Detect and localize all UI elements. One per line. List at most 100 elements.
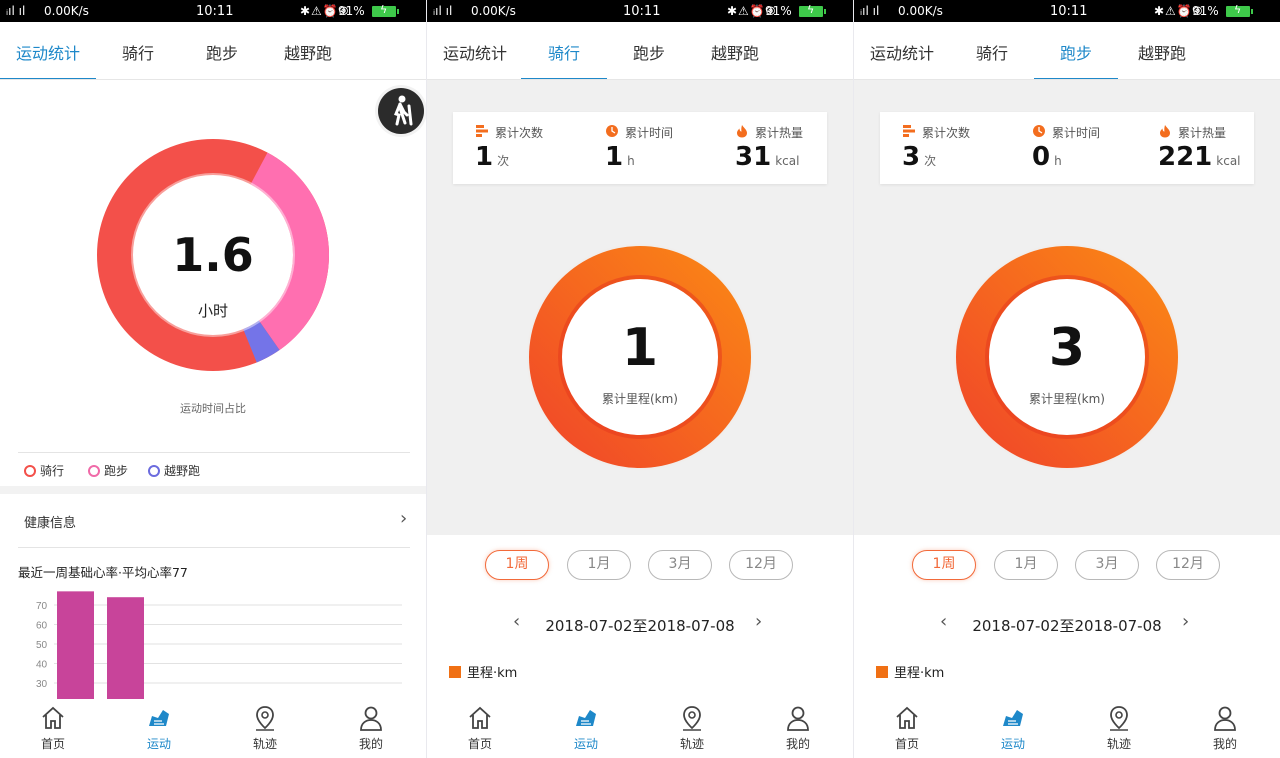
flame-icon: [737, 125, 747, 138]
date-range: 2018-07-02至2018-07-08: [972, 617, 1162, 635]
location-pin-icon: [256, 706, 274, 731]
tab-bar: 运动统计 骑行 跑步 越野跑: [854, 22, 1280, 80]
tab-trail-running[interactable]: 越野跑: [705, 40, 765, 80]
period-1-month[interactable]: 1月: [567, 550, 631, 580]
tab-divider: [0, 79, 426, 80]
period-3-months[interactable]: 3月: [1075, 550, 1139, 580]
bottom-nav: 首页 运动 轨迹 我的: [427, 700, 853, 758]
nav-sport[interactable]: 运动: [960, 700, 1066, 758]
signal-icon: ᵢıl ıl: [860, 4, 880, 18]
legend-dot-icon: [88, 465, 100, 477]
chevron-right-icon[interactable]: ›: [1182, 611, 1189, 632]
location-pin-icon: [1110, 706, 1128, 731]
stat-time-value: 1: [605, 142, 624, 172]
nav-mine[interactable]: 我的: [1172, 700, 1278, 758]
health-info-link[interactable]: 健康信息: [24, 512, 76, 531]
stat-time-value: 0: [1032, 142, 1051, 172]
heart-rate-bar: [107, 597, 144, 699]
tab-overview[interactable]: 运动统计: [441, 40, 509, 80]
clock-icon: [1033, 125, 1045, 137]
legend-dot-icon: [24, 465, 36, 477]
bottom-nav: 首页 运动 轨迹 我的: [0, 700, 426, 758]
nav-sport[interactable]: 运动: [106, 700, 212, 758]
y-tick-label: 50: [36, 640, 48, 651]
distance-value: 1: [621, 318, 659, 378]
tab-overview[interactable]: 运动统计: [0, 40, 96, 80]
total-hours-value: 1.6: [172, 228, 254, 282]
period-1-week[interactable]: 1周: [912, 550, 976, 580]
nav-home[interactable]: 首页: [427, 700, 533, 758]
battery-icon: ϟ: [372, 3, 399, 17]
y-tick-label: 70: [36, 601, 48, 612]
nav-track[interactable]: 轨迹: [212, 700, 318, 758]
hiker-icon: [394, 95, 413, 126]
tab-bar: 运动统计 骑行 跑步 越野跑: [0, 22, 426, 80]
summary-card: 累计次数 1次 累计时间 1h 累计热量 31 kcal: [453, 112, 827, 184]
tab-overview[interactable]: 运动统计: [868, 40, 936, 80]
stat-time-unit: h: [1054, 154, 1062, 168]
sneaker-icon: [1003, 710, 1023, 726]
period-12-months[interactable]: 12月: [1156, 550, 1220, 580]
tab-running[interactable]: 跑步: [196, 40, 248, 80]
heart-rate-bar: [57, 591, 94, 699]
heart-rate-title: 最近一周基础心率·平均心率77: [18, 565, 188, 580]
home-icon: [896, 706, 918, 729]
user-icon: [360, 706, 382, 731]
nav-mine[interactable]: 我的: [318, 700, 424, 758]
total-hours-unit: 小时: [197, 302, 228, 320]
stat-calories-unit: kcal: [1216, 154, 1241, 168]
section-separator: [0, 486, 426, 494]
battery-percent: 91%: [765, 4, 792, 18]
period-12-months[interactable]: 12月: [729, 550, 793, 580]
tab-running[interactable]: 跑步: [1034, 40, 1118, 80]
period-1-week[interactable]: 1周: [485, 550, 549, 580]
nav-track[interactable]: 轨迹: [639, 700, 745, 758]
distance-legend: 里程·km: [449, 662, 517, 681]
tab-cycling[interactable]: 骑行: [521, 40, 607, 80]
three-phone-screens: ᵢıl ıl 0.00K/s 10:11 ✱⚠⏰⦾ 91% ϟ 运动统计 骑行 …: [0, 0, 1280, 758]
tab-trail-running[interactable]: 越野跑: [1132, 40, 1192, 80]
distance-legend: 里程·km: [876, 662, 944, 681]
stat-time: 累计时间 0h: [1032, 125, 1101, 172]
chevron-right-icon[interactable]: ›: [755, 611, 762, 632]
net-speed: 0.00K/s: [44, 4, 89, 18]
count-icon: [476, 125, 488, 137]
nav-mine[interactable]: 我的: [745, 700, 851, 758]
stat-count: 累计次数 3次: [902, 125, 971, 172]
legend-running: 跑步: [88, 462, 128, 479]
sneaker-icon: [576, 710, 596, 726]
net-speed: 0.00K/s: [898, 4, 943, 18]
clock: 10:11: [1050, 4, 1088, 19]
period-1-month[interactable]: 1月: [994, 550, 1058, 580]
legend-dot-icon: [148, 465, 160, 477]
user-icon: [787, 706, 809, 731]
period-selector: 1周 1月 3月 12月: [854, 550, 1280, 580]
tab-cycling[interactable]: 骑行: [112, 40, 164, 80]
legend-trail-running: 越野跑: [148, 462, 200, 479]
stat-calories-value: 221: [1158, 142, 1213, 172]
chevron-right-icon[interactable]: ›: [400, 508, 407, 529]
tab-bar: 运动统计 骑行 跑步 越野跑: [427, 22, 853, 80]
tab-running[interactable]: 跑步: [623, 40, 675, 80]
date-range: 2018-07-02至2018-07-08: [545, 617, 735, 635]
nav-home[interactable]: 首页: [854, 700, 960, 758]
user-icon: [1214, 706, 1236, 731]
battery-percent: 91%: [338, 4, 365, 18]
nav-home[interactable]: 首页: [0, 700, 106, 758]
stat-count-value: 3: [902, 142, 921, 172]
net-speed: 0.00K/s: [471, 4, 516, 18]
distance-label: 累计里程(km): [601, 392, 678, 406]
screen-overview: ᵢıl ıl 0.00K/s 10:11 ✱⚠⏰⦾ 91% ϟ 运动统计 骑行 …: [0, 0, 426, 758]
walking-mode-button[interactable]: [378, 88, 424, 134]
tab-trail-running[interactable]: 越野跑: [278, 40, 338, 80]
stat-count: 累计次数 1次: [475, 125, 544, 172]
distance-value: 3: [1048, 318, 1086, 378]
nav-sport[interactable]: 运动: [533, 700, 639, 758]
legend-cycling: 骑行: [24, 462, 64, 479]
nav-track[interactable]: 轨迹: [1066, 700, 1172, 758]
period-selector: 1周 1月 3月 12月: [427, 550, 853, 580]
stat-calories: 累计热量 221 kcal: [1158, 125, 1241, 172]
period-3-months[interactable]: 3月: [648, 550, 712, 580]
stat-count-unit: 次: [497, 154, 510, 168]
tab-cycling[interactable]: 骑行: [966, 40, 1018, 80]
